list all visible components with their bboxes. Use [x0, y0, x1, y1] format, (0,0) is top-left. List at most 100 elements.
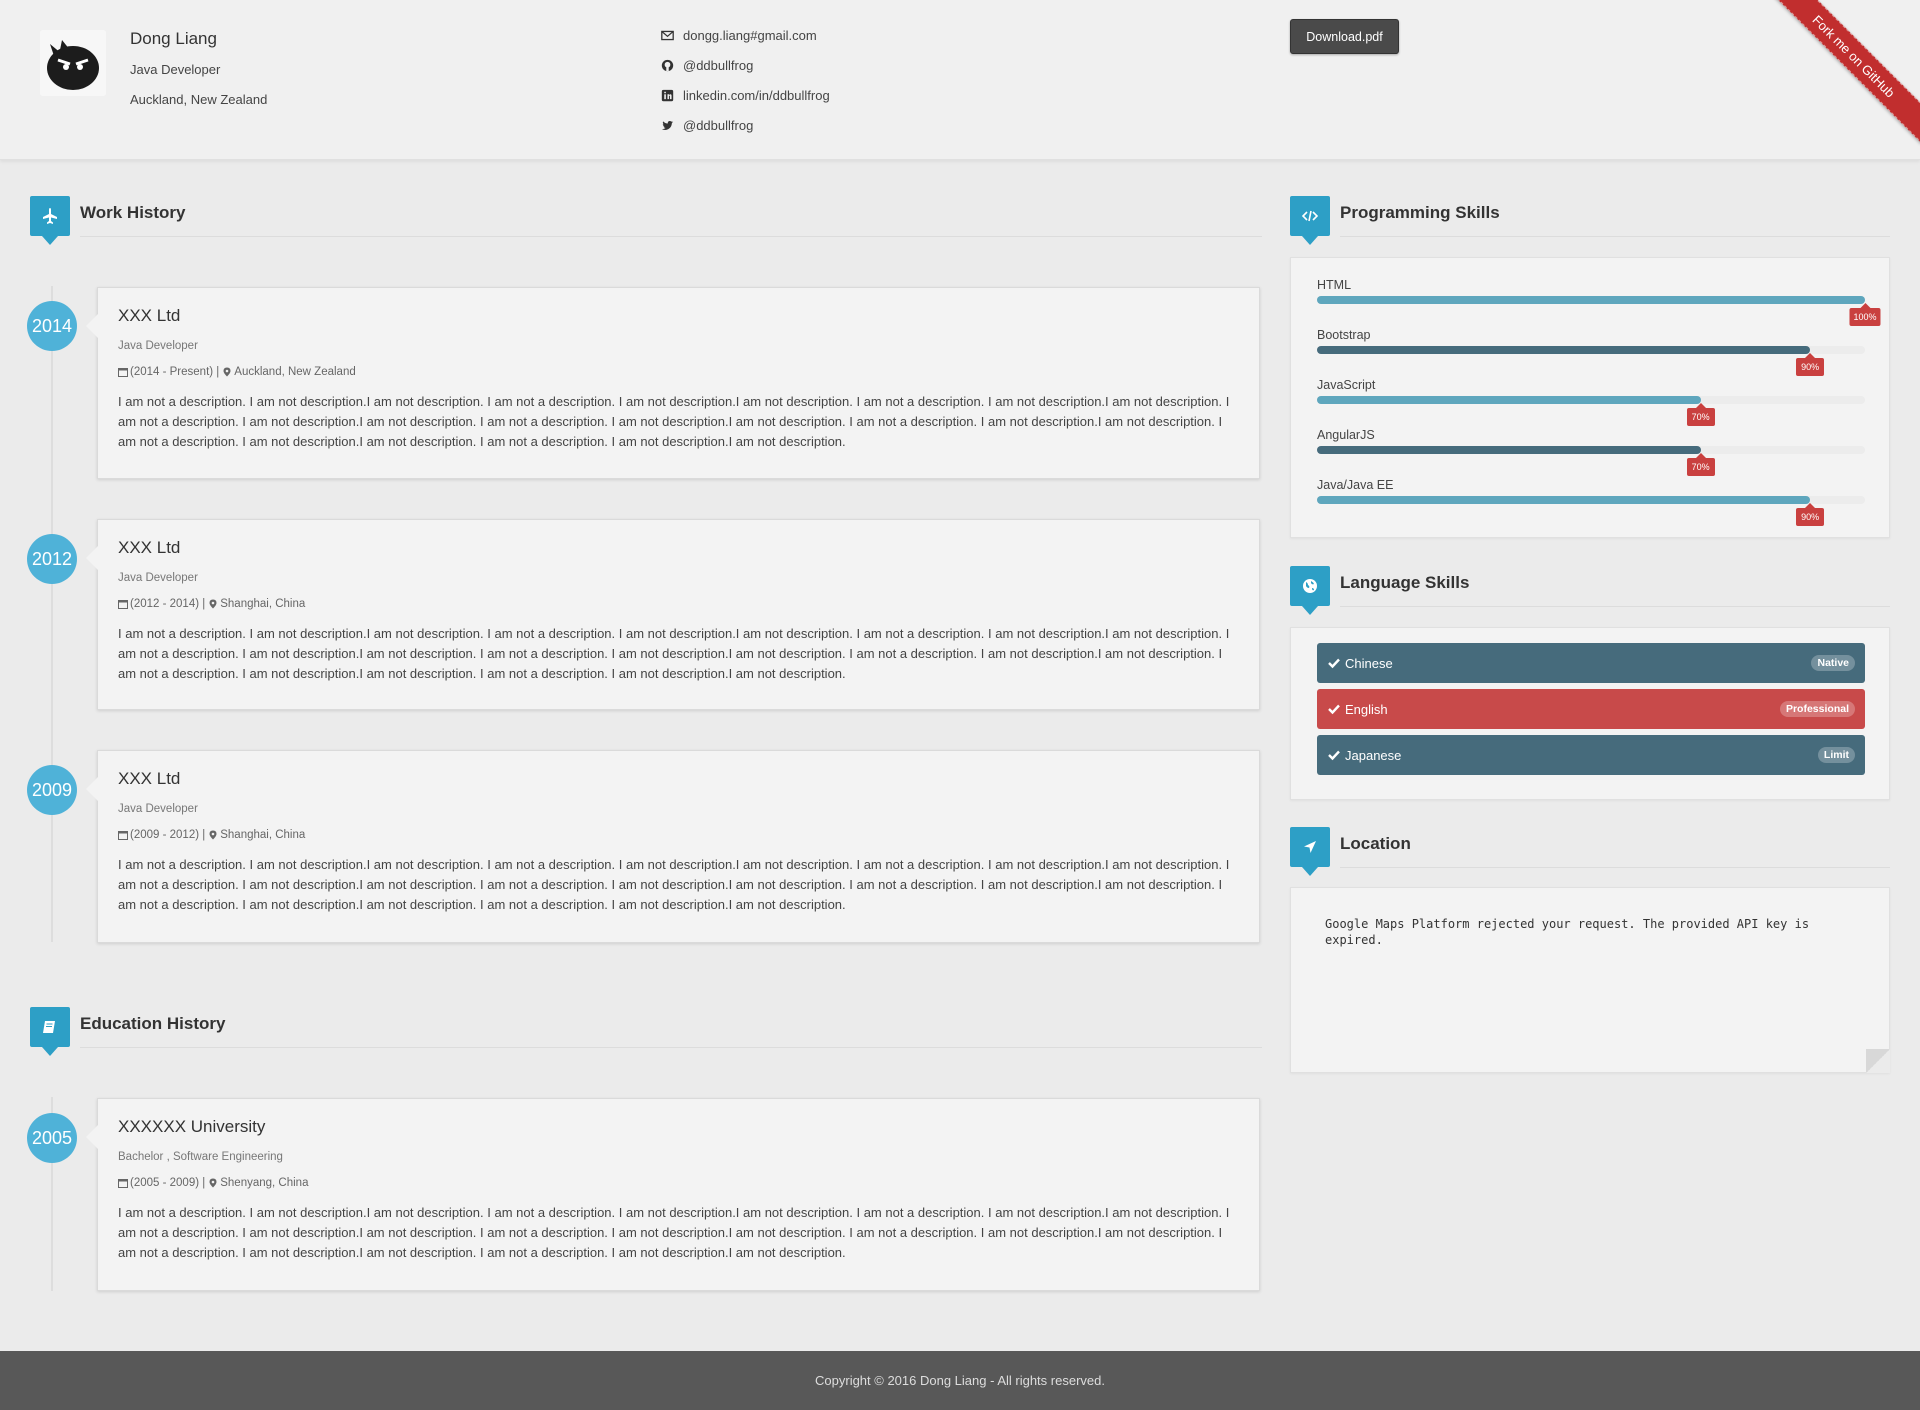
calendar-icon [118, 831, 128, 840]
job-period: (2012 - 2014) | [130, 598, 206, 610]
skill-progress-fill [1317, 496, 1811, 504]
location-title: Location [1340, 834, 1411, 853]
skill-percent-badge: 70% [1686, 458, 1715, 476]
code-icon [1290, 196, 1330, 245]
job-description: I am not a description. I am not descrip… [118, 394, 1230, 449]
skill-progress-track: 100% [1317, 296, 1881, 326]
check-icon [1328, 658, 1340, 669]
contact-email-text: dongg.liang#gmail.com [683, 27, 817, 43]
work-card: XXX Ltd Java Developer (2014 - Present) … [86, 287, 1260, 479]
education-period: (2005 - 2009) | [130, 1177, 206, 1189]
programming-skills-heading: Programming Skills [1290, 196, 1890, 252]
education-description: I am not a description. I am not descrip… [118, 1205, 1230, 1260]
company-name: XXX Ltd [118, 769, 181, 788]
job-place: Shanghai, China [220, 829, 306, 841]
education-place: Shenyang, China [220, 1177, 309, 1189]
footer: Copyright © 2016 Dong Liang - All rights… [0, 1351, 1920, 1410]
calendar-icon [118, 1179, 128, 1188]
job-description: I am not a description. I am not descrip… [118, 857, 1230, 912]
skill-row: HTML 100% [1317, 278, 1881, 326]
contact-twitter[interactable]: @ddbullfrog [661, 110, 830, 140]
language-item-english: English Professional [1317, 689, 1865, 729]
divider [1340, 867, 1890, 868]
skill-name: Java/Java EE [1317, 478, 1394, 492]
skill-name: JavaScript [1317, 378, 1376, 392]
map-marker-icon [209, 599, 217, 609]
programming-skills-title: Programming Skills [1340, 203, 1500, 222]
skill-name: HTML [1317, 278, 1352, 292]
github-ribbon-label[interactable]: Fork me on GitHub [1771, 0, 1920, 144]
job-role: Java Developer [118, 340, 198, 352]
degree: Bachelor , Software Engineering [118, 1151, 283, 1163]
year-badge: 2012 [27, 534, 77, 584]
education-history-title: Education History [80, 1014, 226, 1033]
skill-progress-track: 90% [1317, 346, 1865, 376]
education-history-heading: Education History [30, 1007, 1262, 1063]
language-item-chinese: Chinese Native [1317, 643, 1865, 683]
work-history-heading: Work History [30, 196, 1262, 252]
skill-row: JavaScript 70% [1317, 378, 1865, 426]
education-card: XXXXXX University Bachelor , Software En… [86, 1098, 1260, 1291]
header: Dong Liang Java Developer Auckland, New … [0, 0, 1920, 160]
company-name: XXX Ltd [118, 538, 181, 557]
github-ribbon[interactable]: Fork me on GitHub [1771, 0, 1920, 149]
education-meta: (2005 - 2009) | Shenyang, China [118, 1177, 1239, 1189]
skill-percent-badge: 90% [1796, 508, 1825, 526]
book-icon [30, 1007, 70, 1056]
divider [1340, 606, 1890, 607]
skill-progress-track: 70% [1317, 446, 1865, 476]
skill-progress-fill [1317, 446, 1701, 454]
contact-email[interactable]: dongg.liang#gmail.com [661, 20, 830, 50]
airplane-icon [30, 196, 70, 245]
job-description: I am not a description. I am not descrip… [118, 626, 1230, 681]
skill-row: Bootstrap 90% [1317, 328, 1865, 376]
skill-progress-fill [1317, 346, 1811, 354]
map-marker-icon [209, 830, 217, 840]
language-skills-panel: Chinese Native English Professional Japa… [1290, 627, 1890, 800]
skill-progress-fill [1317, 296, 1865, 304]
contact-twitter-text: @ddbullfrog [683, 117, 754, 133]
skill-row: Java/Java EE 90% [1317, 478, 1865, 526]
job-meta: (2014 - Present) | Auckland, New Zealand [118, 366, 1239, 378]
location-arrow-icon [1290, 827, 1330, 876]
school-name: XXXXXX University [118, 1117, 266, 1136]
avatar [40, 30, 106, 96]
map-panel[interactable]: Google Maps Platform rejected your reque… [1290, 887, 1890, 1073]
location-heading: Location [1290, 827, 1890, 883]
page-fold-corner [1866, 1049, 1890, 1073]
programming-skills-panel: HTML 100% Bootstrap 90% JavaScript 70% Angular… [1290, 257, 1890, 538]
job-meta: (2012 - 2014) | Shanghai, China [118, 598, 1239, 610]
contact-linkedin[interactable]: linkedin.com/in/ddbullfrog [661, 80, 830, 110]
skill-row: AngularJS 70% [1317, 428, 1865, 476]
job-meta: (2009 - 2012) | Shanghai, China [118, 829, 1239, 841]
timeline-line [51, 286, 53, 942]
profile-location: Auckland, New Zealand [130, 92, 268, 107]
map-marker-icon [209, 1178, 217, 1188]
language-name: Chinese [1345, 655, 1393, 671]
calendar-icon [118, 600, 128, 609]
download-pdf-button[interactable]: Download.pdf [1290, 19, 1399, 54]
github-icon [661, 59, 677, 72]
contact-linkedin-text: linkedin.com/in/ddbullfrog [683, 87, 830, 103]
language-level-badge: Native [1811, 655, 1855, 671]
language-name: Japanese [1345, 747, 1402, 763]
contact-github[interactable]: @ddbullfrog [661, 50, 830, 80]
language-level-badge: Limit [1817, 747, 1855, 763]
work-history-title: Work History [80, 203, 186, 222]
year-badge: 2009 [27, 765, 77, 815]
divider [1340, 236, 1890, 237]
skill-progress-track: 70% [1317, 396, 1865, 426]
divider [80, 1047, 1262, 1048]
map-error-message: Google Maps Platform rejected your reque… [1325, 917, 1810, 947]
job-period: (2014 - Present) | [130, 366, 220, 378]
job-role: Java Developer [118, 803, 198, 815]
language-skills-heading: Language Skills [1290, 566, 1890, 622]
job-place: Auckland, New Zealand [234, 366, 356, 378]
envelope-icon [661, 29, 677, 42]
map-marker-icon [223, 367, 231, 377]
job-role: Java Developer [118, 572, 198, 584]
job-period: (2009 - 2012) | [130, 829, 206, 841]
check-icon [1328, 750, 1340, 761]
skill-percent-badge: 90% [1796, 358, 1825, 376]
profile-name: Dong Liang [130, 29, 217, 48]
